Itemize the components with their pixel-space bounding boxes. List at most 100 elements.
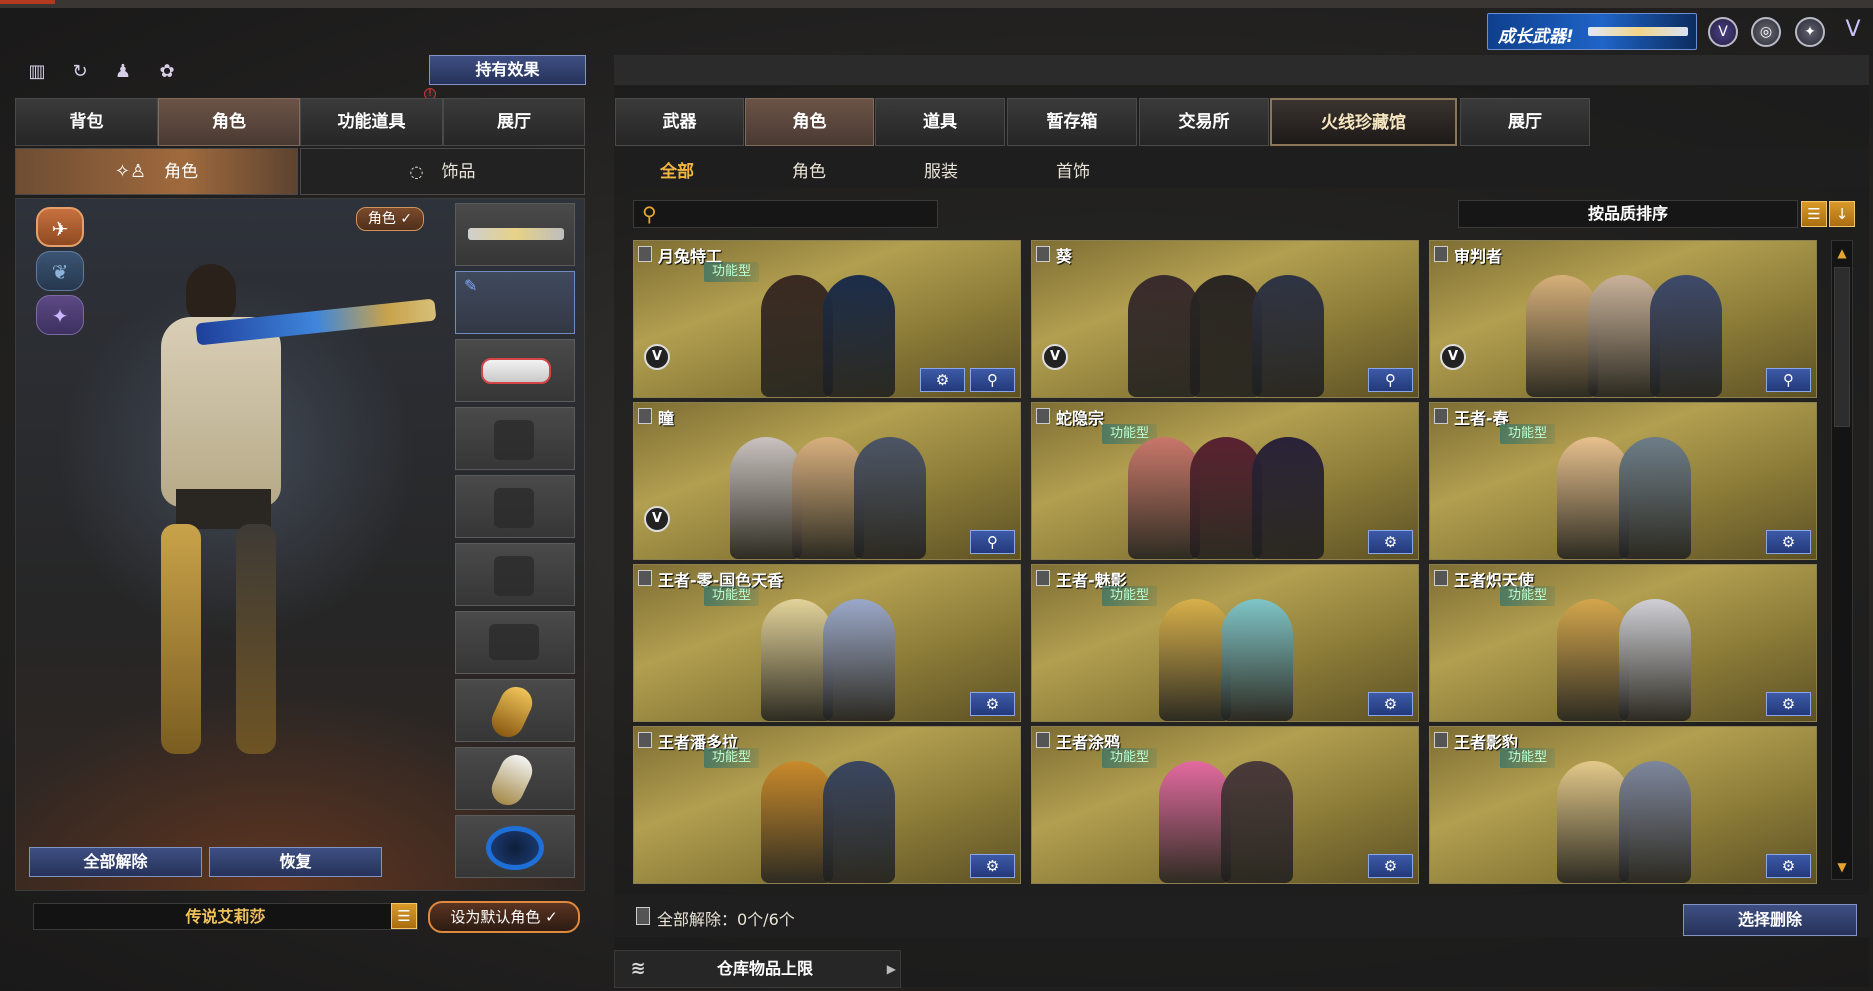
slot-grenade-1[interactable] xyxy=(455,679,575,743)
slot-goggles[interactable] xyxy=(455,339,575,402)
gear-icon[interactable]: ⚙ xyxy=(1368,854,1413,878)
v-logo-icon[interactable]: V xyxy=(1838,17,1868,47)
vip-badge-icon: V xyxy=(644,506,670,532)
expand-arrow-icon[interactable]: ▶ xyxy=(887,951,896,987)
set-default-character-button[interactable]: 设为默认角色 ✓ xyxy=(428,901,580,933)
slot-pouch[interactable] xyxy=(455,543,575,606)
scroll-thumb[interactable] xyxy=(1834,267,1850,427)
character-card[interactable]: 王者潘多拉 功能型 ⚙ xyxy=(633,726,1021,884)
slot-radio[interactable] xyxy=(455,407,575,470)
search-input[interactable]: ⚲ xyxy=(633,200,938,228)
crosshair-icon[interactable]: ◎ xyxy=(1751,17,1781,47)
grid-scrollbar[interactable]: ▲ ▼ xyxy=(1831,240,1853,880)
scroll-up-icon[interactable]: ▲ xyxy=(1832,243,1852,263)
bookmark-icon[interactable] xyxy=(1434,408,1448,424)
slot-secondary[interactable]: ✎ xyxy=(455,271,575,334)
gear-icon[interactable]: ⚙ xyxy=(1766,692,1811,716)
character-portrait xyxy=(1650,275,1722,397)
tab-showroom[interactable]: 展厅 xyxy=(443,98,585,146)
sort-list-icon[interactable]: ☰ xyxy=(1801,201,1827,227)
rank-v-icon[interactable]: V xyxy=(1708,17,1738,47)
bookmark-icon[interactable] xyxy=(1036,732,1050,748)
tab-backpack[interactable]: 背包 xyxy=(15,98,158,146)
character-card[interactable]: 瞳 V ⚲ xyxy=(633,402,1021,560)
tab-collection-hall[interactable]: 火线珍藏馆 xyxy=(1270,98,1457,146)
function-type-tag: 功能型 xyxy=(1500,586,1556,606)
character-card[interactable]: 王者影豹 功能型 ⚙ xyxy=(1429,726,1817,884)
tab-right-character[interactable]: 角色 xyxy=(745,98,874,146)
bookmark-icon[interactable] xyxy=(1434,246,1448,262)
search-icon[interactable]: ⚲ xyxy=(970,530,1015,554)
bookmark-icon[interactable] xyxy=(1036,246,1050,262)
gift-star-icon[interactable]: ✦ xyxy=(1795,17,1825,47)
character-swap-icon[interactable]: ♟ xyxy=(109,58,137,86)
character-hips xyxy=(176,489,271,529)
search-icon[interactable]: ⚲ xyxy=(1368,368,1413,392)
class-bird-icon[interactable]: ✦ xyxy=(36,295,84,335)
character-card[interactable]: 审判者 V ⚲ xyxy=(1429,240,1817,398)
holding-effect-button[interactable]: 持有效果 xyxy=(429,55,586,85)
gear-icon[interactable]: ⚙ xyxy=(1368,692,1413,716)
warehouse-limit-bar[interactable]: ≋ 仓库物品上限 ▶ xyxy=(614,950,901,988)
sort-direction-icon[interactable]: ↓ xyxy=(1829,201,1855,227)
tab-weapons[interactable]: 武器 xyxy=(615,98,744,146)
bookmark-icon[interactable] xyxy=(1036,408,1050,424)
class-eagle-icon[interactable]: ✈ xyxy=(36,207,84,247)
character-card[interactable]: 王者-春 功能型 ⚙ xyxy=(1429,402,1817,560)
slot-grenade-2[interactable] xyxy=(455,747,575,811)
gear-icon[interactable]: ⚙ xyxy=(970,692,1015,716)
slot-pants[interactable] xyxy=(455,611,575,674)
filter-all[interactable]: 全部 xyxy=(660,157,694,182)
tab-exchange[interactable]: 交易所 xyxy=(1139,98,1269,146)
tab-items[interactable]: 道具 xyxy=(875,98,1005,146)
character-right-leg xyxy=(236,524,276,754)
gear-icon[interactable]: ⚙ xyxy=(920,368,965,392)
restore-button[interactable]: 恢复 xyxy=(209,847,382,877)
class-wing-icon[interactable]: ❦ xyxy=(36,251,84,291)
gear-icon[interactable]: ⚙ xyxy=(970,854,1015,878)
bookmark-icon[interactable] xyxy=(638,570,652,586)
character-card[interactable]: 王者炽天使 功能型 ⚙ xyxy=(1429,564,1817,722)
tab-character[interactable]: 角色 xyxy=(158,98,300,146)
bookmark-icon[interactable] xyxy=(1036,570,1050,586)
search-icon[interactable]: ⚲ xyxy=(970,368,1015,392)
slot-primary-weapon[interactable] xyxy=(455,203,575,266)
bookmark-icon[interactable] xyxy=(638,732,652,748)
character-card[interactable]: 葵 V ⚲ xyxy=(1031,240,1419,398)
tab-storage-box[interactable]: 暂存箱 xyxy=(1007,98,1137,146)
rotate-icon[interactable]: ↻ xyxy=(66,58,94,86)
gear-icon[interactable]: ⚙ xyxy=(1766,854,1811,878)
bookmark-icon[interactable] xyxy=(1434,732,1448,748)
filter-clothing[interactable]: 服装 xyxy=(924,157,958,182)
character-portrait xyxy=(1221,599,1293,721)
filter-character[interactable]: 角色 xyxy=(792,157,826,182)
bookmark-icon[interactable] xyxy=(638,246,652,262)
growth-weapon-banner[interactable]: 成长武器! xyxy=(1487,13,1697,50)
character-list-icon[interactable]: ☰ xyxy=(391,903,417,929)
warehouse-limit-label: 仓库物品上限 xyxy=(717,959,814,978)
tab-function-items[interactable]: 功能道具 xyxy=(300,98,443,146)
gear-icon[interactable]: ⚙ xyxy=(1766,530,1811,554)
search-icon[interactable]: ⚲ xyxy=(1766,368,1811,392)
character-card[interactable]: 蛇隐宗 功能型 ⚙ xyxy=(1031,402,1419,560)
pet-icon[interactable]: ✿ xyxy=(153,58,181,86)
bookmark-icon[interactable] xyxy=(638,408,652,424)
slot-accessory[interactable] xyxy=(455,815,575,878)
character-card[interactable]: 王者-零-国色天香 功能型 ⚙ xyxy=(633,564,1021,722)
character-card[interactable]: 王者涂鸦 功能型 ⚙ xyxy=(1031,726,1419,884)
bookmark-icon[interactable] xyxy=(1434,570,1448,586)
character-card[interactable]: 月兔特工 功能型 V ⚲ ⚙ xyxy=(633,240,1021,398)
select-delete-button[interactable]: 选择删除 xyxy=(1683,904,1857,936)
subtab-character[interactable]: ✧♙ 角色 xyxy=(15,148,298,195)
tab-right-showroom[interactable]: 展厅 xyxy=(1460,98,1590,146)
subtab-accessory[interactable]: ◌ 饰品 xyxy=(300,148,585,195)
scroll-down-icon[interactable]: ▼ xyxy=(1832,857,1852,877)
filter-jewelry[interactable]: 首饰 xyxy=(1056,157,1090,182)
slot-vest[interactable] xyxy=(455,475,575,538)
stats-icon[interactable]: ▥ xyxy=(23,58,51,86)
grenade-silver-icon xyxy=(486,749,538,811)
unequip-all-button[interactable]: 全部解除 xyxy=(29,847,202,877)
sort-dropdown[interactable]: 按品质排序 xyxy=(1458,200,1798,228)
character-card[interactable]: 王者-魅影 功能型 ⚙ xyxy=(1031,564,1419,722)
gear-icon[interactable]: ⚙ xyxy=(1368,530,1413,554)
